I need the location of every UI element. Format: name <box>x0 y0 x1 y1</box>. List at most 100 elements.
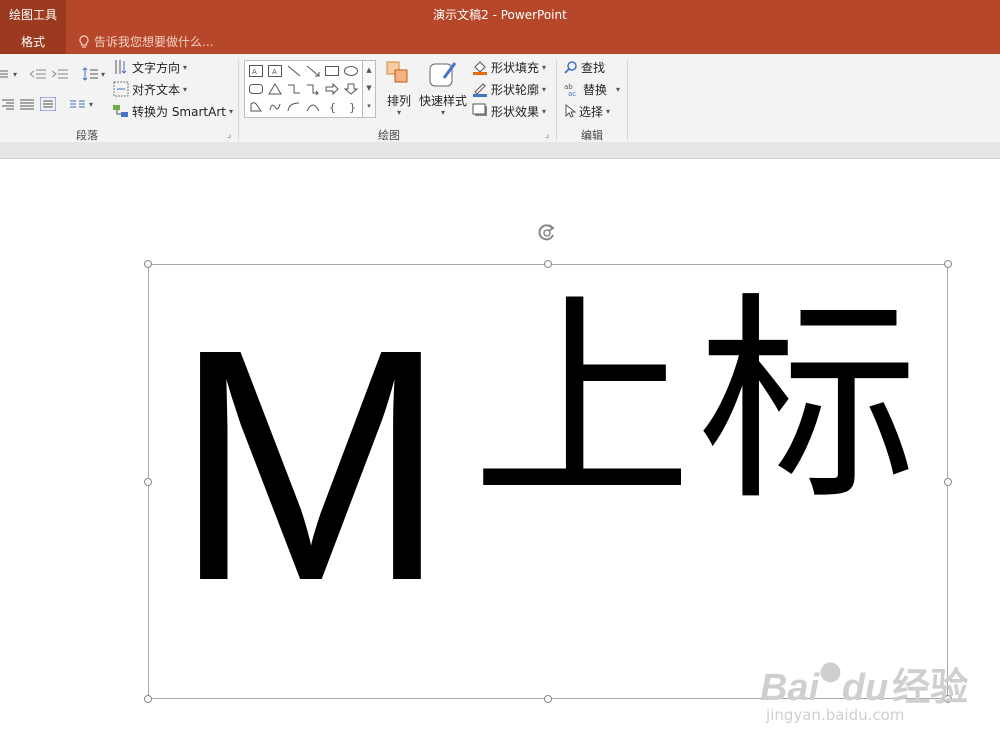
right-brace-shape-icon[interactable]: } <box>341 98 360 116</box>
align-text-icon <box>113 81 129 97</box>
document-title: 演示文稿2 - PowerPoint <box>433 8 567 22</box>
columns-icon <box>70 100 85 108</box>
align-right-button[interactable] <box>0 94 14 114</box>
group-separator <box>627 60 628 140</box>
scribble-shape-icon[interactable] <box>265 98 284 116</box>
vertical-textbox-icon[interactable]: A <box>265 62 284 80</box>
elbow-connector-icon[interactable] <box>284 80 303 98</box>
text-direction-button[interactable]: 文字方向 ▾ <box>113 57 187 77</box>
scroll-up-icon[interactable]: ▲ <box>363 61 375 79</box>
replace-label: 替换 <box>583 82 608 97</box>
shape-fill-label: 形状填充 <box>491 60 540 75</box>
shape-effects-button[interactable]: 形状效果 ▾ <box>472 101 546 121</box>
resize-handle-top[interactable] <box>544 260 552 268</box>
line-shape-icon[interactable] <box>284 62 303 80</box>
down-arrow-shape-icon[interactable] <box>341 80 360 98</box>
shapes-gallery-scrollbar[interactable]: ▲ ▼ ▾ <box>362 60 376 118</box>
baidu-watermark: Bai●du 经验 jingyan.baidu.com <box>760 656 969 724</box>
drawing-tools-context-label: 绘图工具 <box>0 0 66 30</box>
lightbulb-icon <box>79 35 89 48</box>
justify-button[interactable] <box>20 94 34 114</box>
gallery-more-icon[interactable]: ▾ <box>363 97 375 115</box>
resize-handle-top-left[interactable] <box>144 260 152 268</box>
arrange-label: 排列 <box>386 93 411 108</box>
shape-effects-icon <box>472 103 487 116</box>
chevron-down-icon: ▾ <box>13 69 18 79</box>
arrange-button[interactable]: 排列 ▾ <box>384 60 414 117</box>
chevron-down-icon: ▾ <box>89 99 94 109</box>
increase-indent-icon <box>52 69 68 79</box>
chevron-down-icon: ▾ <box>183 62 188 72</box>
cursor-arrow-icon <box>565 104 576 118</box>
paw-icon: ● <box>819 656 842 686</box>
decrease-indent-icon <box>30 69 46 79</box>
chevron-down-icon: ▾ <box>183 84 188 94</box>
svg-text:A: A <box>272 68 277 76</box>
chevron-down-icon: ▾ <box>228 106 233 116</box>
triangle-shape-icon[interactable] <box>265 80 284 98</box>
text-direction-label: 文字方向 <box>132 60 181 75</box>
resize-handle-bottom-left[interactable] <box>144 695 152 703</box>
rectangle-shape-icon[interactable] <box>322 62 341 80</box>
textbox-icon[interactable]: A <box>246 62 265 80</box>
convert-smartart-button[interactable]: 转换为 SmartArt ▾ <box>113 101 233 121</box>
chevron-down-icon: ▾ <box>606 106 611 116</box>
tell-me-box[interactable]: 告诉我您想要做什么... <box>78 30 213 54</box>
elbow-arrow-connector-icon[interactable] <box>303 80 322 98</box>
text-direction-icon <box>115 60 127 74</box>
resize-handle-bottom[interactable] <box>544 695 552 703</box>
pen-outline-icon <box>473 83 487 97</box>
align-text-button[interactable]: 对齐文本 ▾ <box>113 79 187 99</box>
rotate-handle-icon[interactable] <box>536 222 558 244</box>
chevron-down-icon: ▾ <box>616 84 621 94</box>
watermark-brand-suffix: du <box>841 667 889 709</box>
convert-smartart-label: 转换为 SmartArt <box>132 104 226 119</box>
decrease-indent-button[interactable] <box>30 64 46 84</box>
quick-styles-button[interactable]: 快速样式 ▾ <box>418 60 468 117</box>
watermark-url: jingyan.baidu.com <box>766 706 905 724</box>
select-button[interactable]: 选择 ▾ <box>564 101 610 121</box>
watermark-brand-cn: 经验 <box>892 665 969 709</box>
shape-effects-label: 形状效果 <box>491 104 540 119</box>
shape-fill-button[interactable]: 形状填充 ▾ <box>472 57 546 77</box>
quick-styles-label: 快速样式 <box>418 93 467 108</box>
find-label: 查找 <box>581 60 606 75</box>
freeform-shape-icon[interactable] <box>246 98 265 116</box>
superscript-text[interactable]: 上标 <box>472 292 924 512</box>
curve-shape-icon[interactable] <box>303 98 322 116</box>
resize-handle-right[interactable] <box>944 478 952 486</box>
replace-button[interactable]: ab ac 替换 ▾ <box>564 79 620 99</box>
resize-handle-top-right[interactable] <box>944 260 952 268</box>
shape-outline-button[interactable]: 形状轮廓 ▾ <box>472 79 546 99</box>
group-separator <box>556 60 557 140</box>
ribbon: ▾ ▾ ▾ 文字方向 ▾ 对齐文本 ▾ 转换为 SmartArt ▾ 段落 ⌟ … <box>0 54 1000 143</box>
shape-outline-label: 形状轮廓 <box>491 82 540 97</box>
arc-shape-icon[interactable] <box>284 98 303 116</box>
find-button[interactable]: 查找 <box>564 57 605 77</box>
right-arrow-shape-icon[interactable] <box>322 80 341 98</box>
shapes-gallery[interactable]: A A { } <box>244 60 364 118</box>
arrow-line-shape-icon[interactable] <box>303 62 322 80</box>
oval-shape-icon[interactable] <box>341 62 360 80</box>
tab-format[interactable]: 格式 <box>0 30 66 54</box>
resize-handle-left[interactable] <box>144 478 152 486</box>
increase-indent-button[interactable] <box>52 64 68 84</box>
ruler-strip <box>0 142 1000 159</box>
columns-button[interactable]: ▾ <box>70 94 93 114</box>
chevron-down-icon: ▾ <box>440 108 445 117</box>
left-brace-shape-icon[interactable]: { <box>322 98 341 116</box>
distributed-button[interactable] <box>40 94 56 114</box>
line-spacing-button[interactable]: ▾ <box>82 64 105 84</box>
tell-me-placeholder: 告诉我您想要做什么... <box>94 35 214 49</box>
chevron-down-icon: ▾ <box>396 108 401 117</box>
drawing-dialog-launcher-icon[interactable]: ⌟ <box>545 130 549 140</box>
replace-icon: abac <box>564 83 576 96</box>
paragraph-dialog-launcher-icon[interactable]: ⌟ <box>227 130 231 140</box>
main-text-m[interactable]: M <box>173 300 448 630</box>
align-right-icon <box>2 99 14 110</box>
watermark-brand: Bai <box>760 667 820 709</box>
rounded-rectangle-shape-icon[interactable] <box>246 80 265 98</box>
scroll-down-icon[interactable]: ▼ <box>363 79 375 97</box>
line-spacing-icon <box>82 67 98 81</box>
bullets-button[interactable]: ▾ <box>0 64 17 84</box>
